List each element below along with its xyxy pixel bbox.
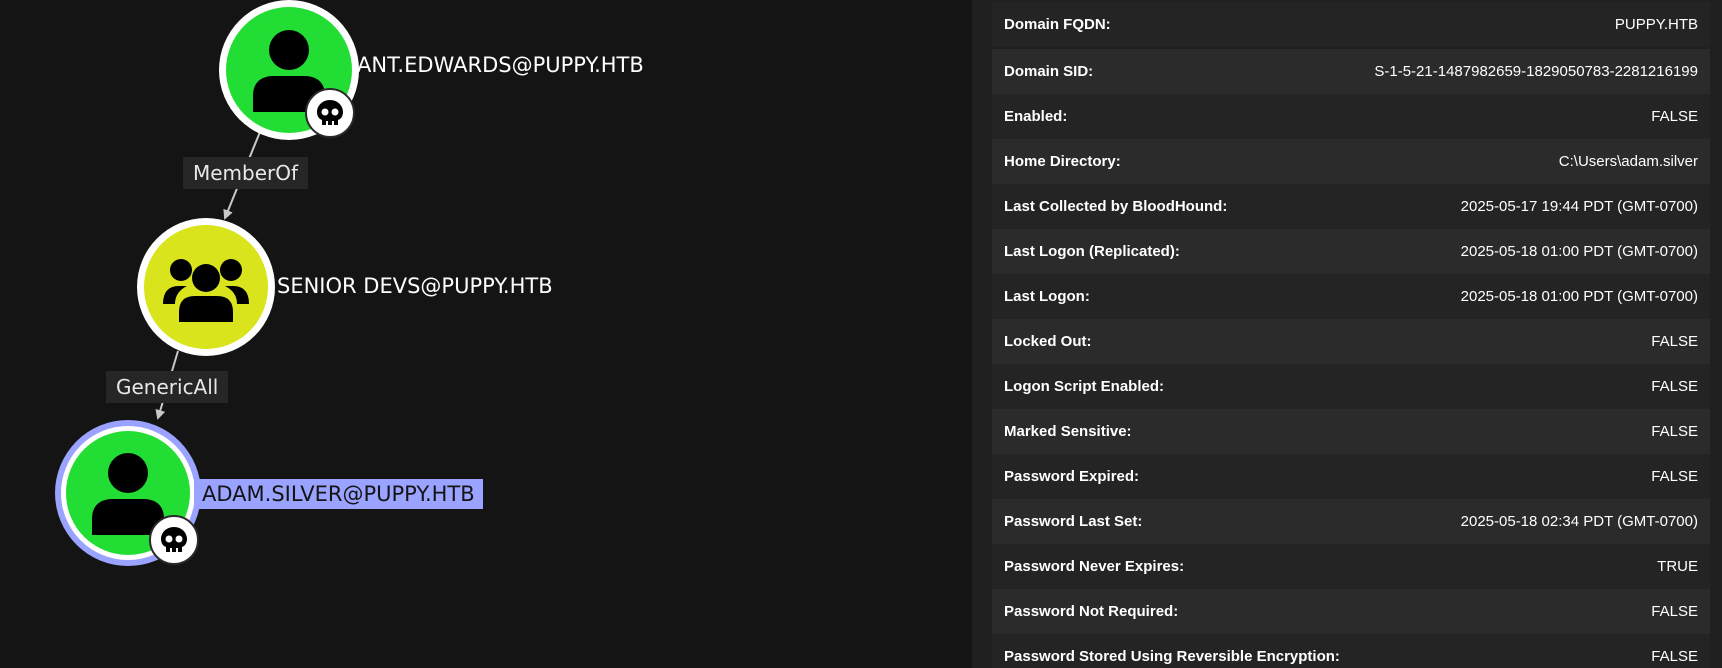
skull-icon [161,527,187,552]
group-icon [163,259,249,322]
property-row: Last Logon: 2025-05-18 01:00 PDT (GMT-07… [992,274,1710,319]
graph-canvas[interactable]: ANT.EDWARDS@PUPPY.HTB MemberOf SENIOR DE… [0,0,972,668]
node-label[interactable]: SENIOR DEVS@PUPPY.HTB [277,271,553,301]
property-value: FALSE [1651,468,1698,485]
property-row: Enabled: FALSE [992,94,1710,139]
property-value: C:\Users\adam.silver [1558,153,1698,170]
property-value: FALSE [1651,603,1698,620]
property-key: Domain FQDN: [1004,16,1111,33]
property-row: Password Never Expires: TRUE [992,544,1710,589]
edge-label-memberof[interactable]: MemberOf [183,157,309,189]
property-value: FALSE [1651,378,1698,395]
property-key: Enabled: [1004,108,1068,125]
property-row: Home Directory: C:\Users\adam.silver [992,139,1710,184]
property-value: FALSE [1651,648,1698,665]
property-key: Last Logon: [1004,288,1090,305]
node-label[interactable]: ANT.EDWARDS@PUPPY.HTB [357,50,644,80]
property-key: Password Not Required: [1004,603,1179,620]
property-row: Password Stored Using Reversible Encrypt… [992,634,1710,668]
property-value: 2025-05-18 01:00 PDT (GMT-0700) [1460,288,1698,305]
node-fill [144,225,268,349]
property-row: Password Not Required: FALSE [992,589,1710,634]
property-key: Domain SID: [1004,63,1094,80]
property-value: 2025-05-17 19:44 PDT (GMT-0700) [1460,198,1698,215]
edge-label-genericall[interactable]: GenericAll [106,371,229,403]
node-senior-devs[interactable] [137,218,275,356]
property-row: Password Last Set: 2025-05-18 02:34 PDT … [992,499,1710,544]
graph-edges [155,126,263,420]
property-key: Last Logon (Replicated): [1004,243,1180,260]
property-key: Locked Out: [1004,333,1092,350]
property-key: Logon Script Enabled: [1004,378,1164,395]
owned-badge [149,515,199,565]
property-value: 2025-05-18 01:00 PDT (GMT-0700) [1460,243,1698,260]
node-label-selected[interactable]: ADAM.SILVER@PUPPY.HTB [194,479,483,509]
property-row: Logon Script Enabled: FALSE [992,364,1710,409]
property-value: TRUE [1657,558,1698,575]
property-row: Last Logon (Replicated): 2025-05-18 01:0… [992,229,1710,274]
property-row: Password Expired: FALSE [992,454,1710,499]
property-key: Marked Sensitive: [1004,423,1132,440]
property-row: Domain FQDN: PUPPY.HTB [992,2,1710,47]
property-key: Password Last Set: [1004,513,1143,530]
properties-panel[interactable]: Domain FQDN: PUPPY.HTB Domain SID: S-1-5… [972,0,1722,668]
property-key: Password Stored Using Reversible Encrypt… [1004,648,1340,665]
property-key: Password Never Expires: [1004,558,1185,575]
property-row: Marked Sensitive: FALSE [992,409,1710,454]
property-value: FALSE [1651,423,1698,440]
property-key: Home Directory: [1004,153,1121,170]
property-key: Password Expired: [1004,468,1140,485]
property-row: Domain SID: S-1-5-21-1487982659-18290507… [992,49,1710,94]
property-value: 2025-05-18 02:34 PDT (GMT-0700) [1460,513,1698,530]
property-value: S-1-5-21-1487982659-1829050783-228121619… [1374,63,1698,80]
property-key: Last Collected by BloodHound: [1004,198,1228,215]
property-value: FALSE [1651,333,1698,350]
property-row: Locked Out: FALSE [992,319,1710,364]
skull-icon [317,100,343,125]
property-value: FALSE [1651,108,1698,125]
owned-badge [305,88,355,138]
property-row: Last Collected by BloodHound: 2025-05-17… [992,184,1710,229]
property-value: PUPPY.HTB [1614,16,1698,33]
